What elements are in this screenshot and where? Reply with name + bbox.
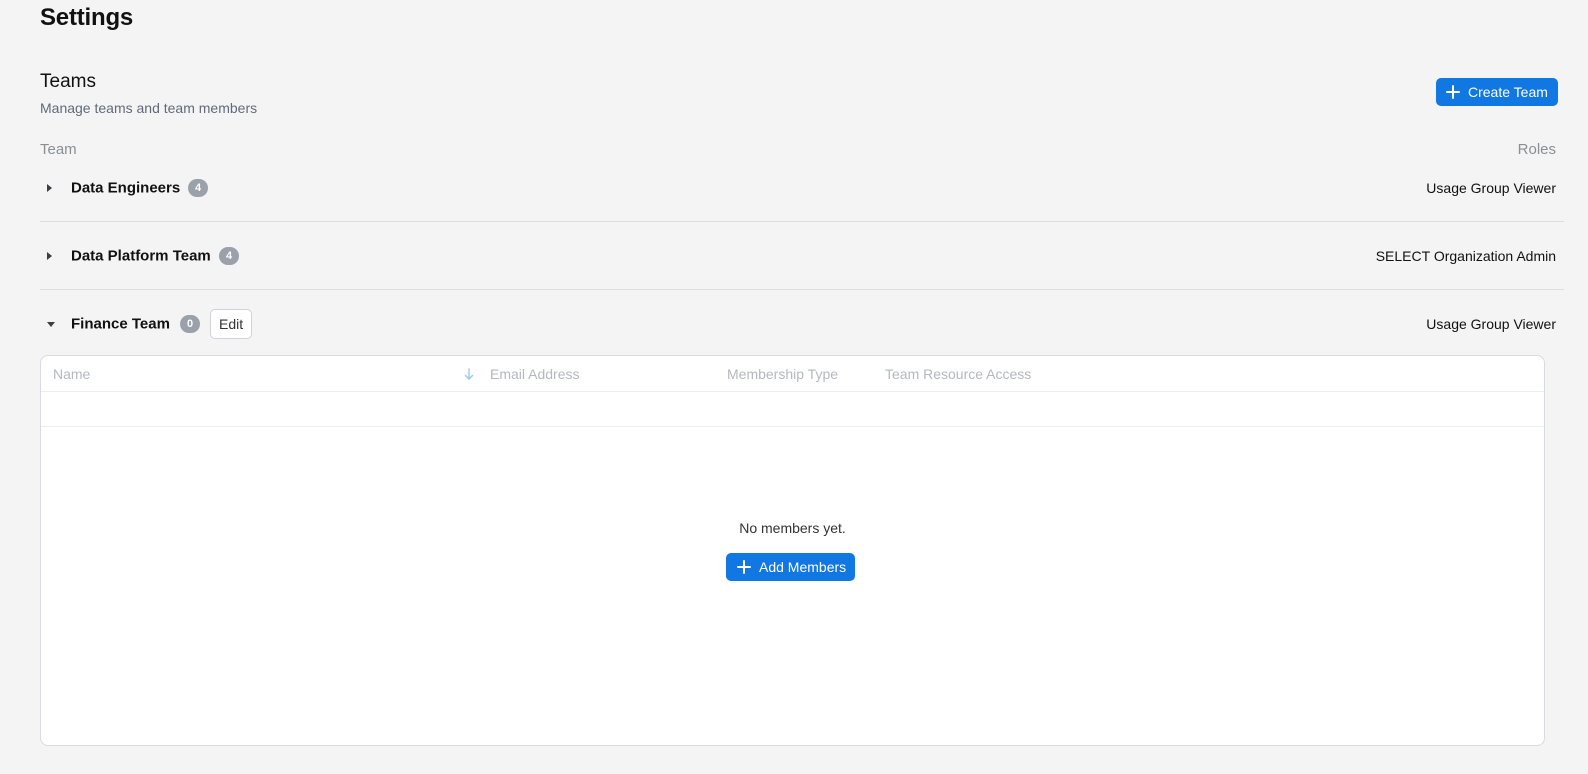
caret-down-icon[interactable] [47, 322, 55, 327]
team-name[interactable]: Data Platform Team [71, 247, 211, 264]
plus-icon [737, 560, 751, 574]
teams-section-title: Teams [40, 71, 96, 92]
team-row-data-engineers[interactable]: Data Engineers 4 Usage Group Viewer [40, 154, 1564, 222]
members-table-header: Name Email Address Membership Type Team … [41, 356, 1544, 392]
create-team-button-label: Create Team [1468, 84, 1548, 100]
team-members-table: Name Email Address Membership Type Team … [40, 355, 1545, 746]
settings-page: Settings Teams Manage teams and team mem… [0, 0, 1588, 774]
team-role: Usage Group Viewer [1426, 179, 1556, 196]
column-header-email[interactable]: Email Address [490, 366, 579, 382]
team-role: SELECT Organization Admin [1375, 247, 1556, 264]
caret-right-icon[interactable] [47, 183, 52, 192]
teams-section-subtitle: Manage teams and team members [40, 100, 258, 116]
team-role: Usage Group Viewer [1426, 316, 1556, 332]
team-row-finance-team[interactable]: Finance Team 0 Edit Usage Group Viewer [40, 290, 1564, 358]
member-count-badge: 0 [180, 315, 200, 333]
plus-icon [1446, 85, 1460, 99]
column-header-name[interactable]: Name [53, 366, 90, 382]
edit-team-button[interactable]: Edit [210, 309, 253, 339]
member-count-badge: 4 [219, 246, 239, 265]
add-members-button[interactable]: Add Members [726, 553, 856, 581]
team-row-data-platform-team[interactable]: Data Platform Team 4 SELECT Organization… [40, 222, 1564, 290]
arrow-down-icon[interactable] [464, 368, 474, 380]
member-count-badge: 4 [188, 178, 208, 197]
column-header-membership-type[interactable]: Membership Type [727, 366, 838, 382]
add-members-button-label: Add Members [759, 559, 847, 575]
team-name[interactable]: Data Engineers [71, 179, 180, 196]
empty-state-text: No members yet. [739, 520, 846, 536]
team-name[interactable]: Finance Team [71, 316, 170, 333]
create-team-button[interactable]: Create Team [1436, 78, 1558, 106]
empty-table-row [41, 391, 1544, 427]
page-title: Settings [40, 4, 134, 31]
caret-right-icon[interactable] [47, 251, 52, 260]
column-header-team-resource-access[interactable]: Team Resource Access [885, 366, 1031, 382]
